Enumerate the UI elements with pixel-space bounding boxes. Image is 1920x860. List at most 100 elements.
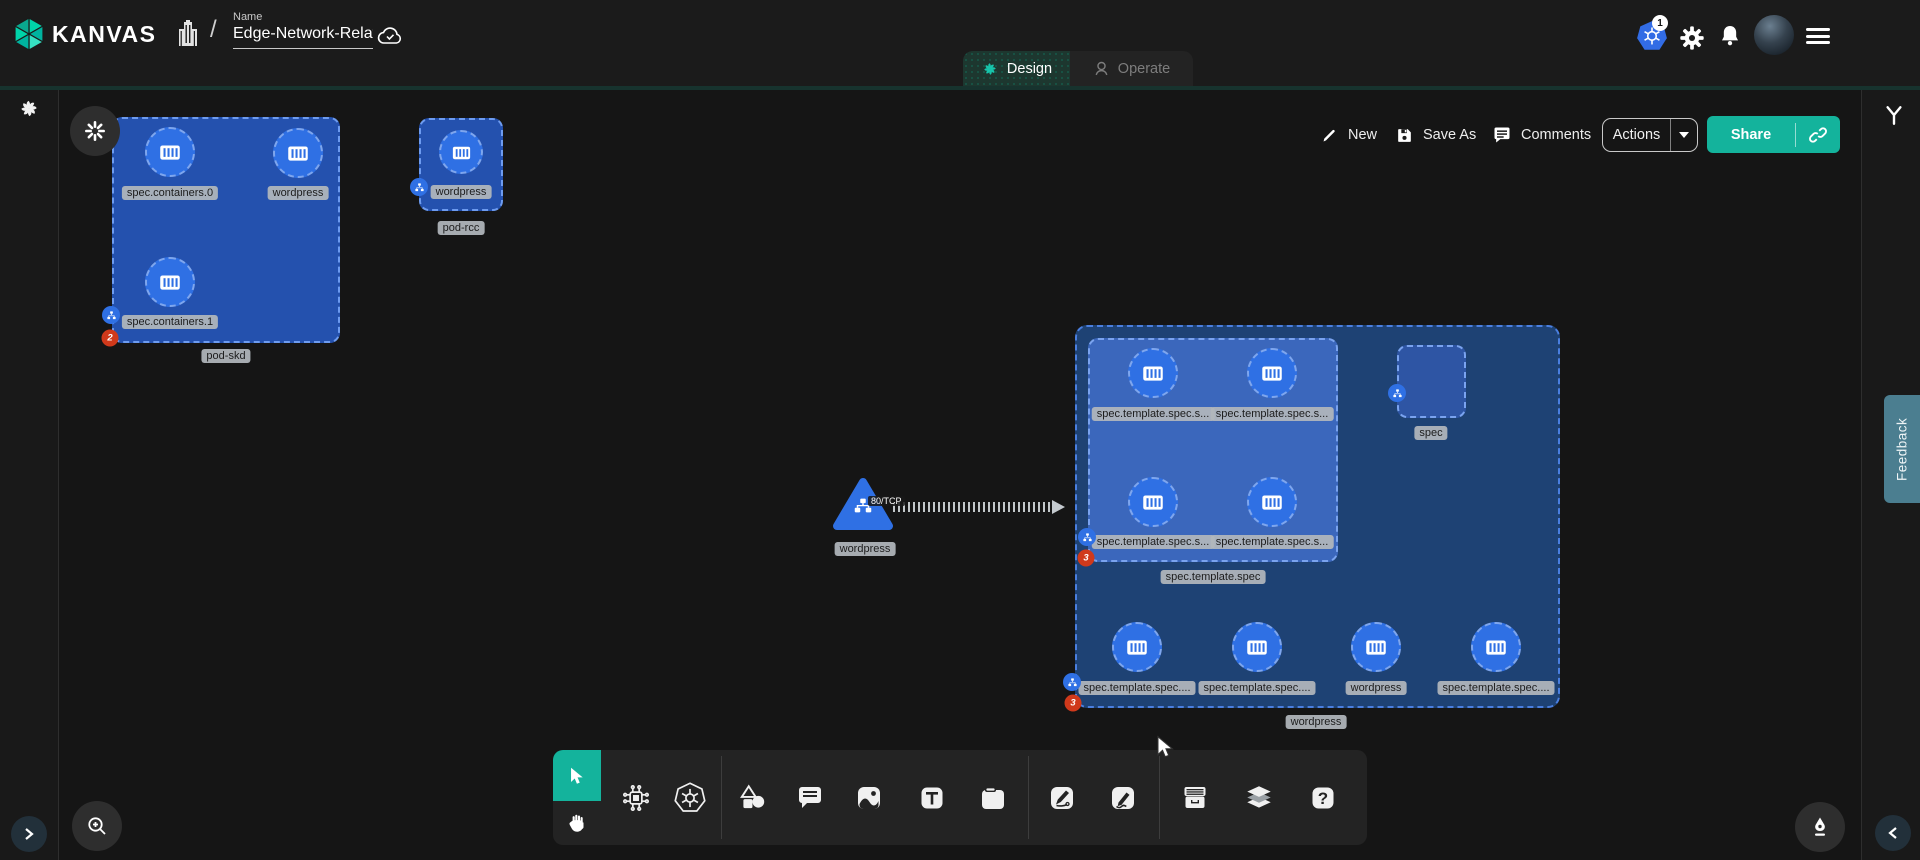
settings-button[interactable] — [1678, 24, 1706, 57]
tool-shapes[interactable] — [730, 775, 776, 821]
collapse-count-badge[interactable]: 3 — [1078, 550, 1095, 567]
container-node[interactable] — [1128, 477, 1178, 527]
sitemap-icon — [1067, 677, 1078, 688]
sticky-note-icon — [978, 783, 1008, 813]
mode-tabs: Design Operate — [963, 51, 1193, 86]
save-icon — [1395, 126, 1414, 145]
kanvas-logo-icon — [12, 16, 46, 52]
group-label: pod-skd — [201, 349, 250, 363]
tool-select[interactable] — [553, 750, 601, 801]
context-count-badge: 1 — [1652, 15, 1668, 31]
tool-components[interactable] — [613, 775, 659, 821]
breadcrumb-divider: / — [210, 16, 217, 44]
cluster-wheel-button[interactable] — [70, 106, 120, 156]
node-label: spec.template.spec.... — [1079, 681, 1196, 695]
svg-text:?: ? — [1318, 789, 1328, 808]
service-edge[interactable] — [893, 502, 1053, 512]
container-node[interactable] — [145, 127, 195, 177]
container-icon — [1140, 360, 1166, 386]
meshery-spinner-icon[interactable] — [17, 97, 41, 126]
share-label: Share — [1707, 127, 1795, 143]
design-name-field[interactable]: Name Edge-Network-Relatio — [233, 11, 373, 49]
image-icon — [854, 783, 884, 813]
bell-icon — [1717, 23, 1743, 49]
cloud-saved-icon — [376, 24, 404, 51]
group-spec-template-spec[interactable] — [1088, 338, 1338, 562]
zoom-in-icon — [85, 814, 109, 838]
app-header: KANVAS / Name Edge-Network-Relatio — [0, 0, 1920, 90]
design-spiral-icon — [981, 60, 999, 78]
node-label: spec.template.spec.... — [1199, 681, 1316, 695]
group-label: spec — [1414, 426, 1447, 440]
tool-pan[interactable] — [553, 801, 601, 845]
hierarchy-badge[interactable] — [1063, 673, 1081, 691]
container-node[interactable] — [1351, 622, 1401, 672]
circuit-chip-icon — [620, 782, 652, 814]
container-node[interactable] — [273, 128, 323, 178]
tool-comment[interactable] — [787, 775, 833, 821]
hierarchy-badge[interactable] — [102, 306, 120, 324]
tab-design[interactable]: Design — [963, 51, 1070, 86]
menu-button[interactable] — [1806, 28, 1830, 44]
design-name-label: Name — [233, 11, 373, 23]
save-as-button[interactable]: Save As — [1395, 118, 1476, 152]
container-node[interactable] — [1232, 622, 1282, 672]
zoom-button[interactable] — [72, 801, 122, 851]
avatar[interactable] — [1754, 15, 1794, 55]
new-button[interactable]: New — [1320, 118, 1377, 152]
chevron-down-icon[interactable] — [1671, 131, 1697, 139]
tool-pencil-draw[interactable] — [1100, 775, 1146, 821]
design-name-input[interactable]: Edge-Network-Relatio — [233, 25, 373, 49]
cursor-icon — [566, 765, 588, 787]
pen-tool-button[interactable] — [1795, 802, 1845, 852]
toolbar-divider — [721, 756, 722, 839]
expand-left-panel-button[interactable] — [11, 816, 47, 852]
hierarchy-badge[interactable] — [410, 178, 428, 196]
copy-link-icon[interactable] — [1796, 125, 1840, 145]
actions-label: Actions — [1603, 127, 1670, 143]
tab-design-label: Design — [1007, 61, 1052, 77]
feedback-tab[interactable]: Feedback — [1884, 395, 1920, 503]
notifications-button[interactable] — [1717, 23, 1743, 54]
container-node[interactable] — [1112, 622, 1162, 672]
node-label: spec.template.spec.s... — [1092, 407, 1215, 421]
container-node[interactable] — [145, 257, 195, 307]
collapse-right-panel-button[interactable] — [1875, 815, 1911, 851]
tool-kubernetes[interactable] — [667, 775, 713, 821]
tab-operate-label: Operate — [1118, 61, 1170, 77]
brand[interactable]: KANVAS — [12, 16, 156, 52]
comments-button[interactable]: Comments — [1492, 118, 1591, 152]
group-spec[interactable] — [1397, 345, 1466, 418]
tool-help[interactable]: ? — [1300, 775, 1346, 821]
actions-menu-button[interactable]: Actions — [1602, 118, 1698, 152]
tool-pen-line[interactable] — [1039, 775, 1085, 821]
button-divider — [1670, 119, 1671, 151]
node-label: spec.template.spec.s... — [1092, 535, 1215, 549]
hierarchy-badge[interactable] — [1078, 528, 1096, 546]
share-button[interactable]: Share — [1707, 116, 1840, 153]
container-node[interactable] — [439, 130, 483, 174]
tool-note[interactable] — [970, 775, 1016, 821]
node-label: wordpress — [835, 542, 896, 556]
tool-text[interactable] — [909, 775, 955, 821]
tool-image[interactable] — [846, 775, 892, 821]
save-as-label: Save As — [1423, 127, 1476, 143]
node-label: spec.template.spec.... — [1438, 681, 1555, 695]
validate-y-icon[interactable] — [1883, 105, 1905, 132]
group-label: wordpress — [1286, 715, 1347, 729]
container-node[interactable] — [1471, 622, 1521, 672]
tab-operate[interactable]: Operate — [1070, 51, 1193, 86]
container-node[interactable] — [1247, 477, 1297, 527]
collapse-count-badge[interactable]: 3 — [1065, 695, 1082, 712]
container-node[interactable] — [1128, 348, 1178, 398]
organization-icon[interactable] — [176, 19, 200, 54]
layers-icon — [1243, 782, 1275, 814]
hierarchy-badge[interactable] — [1388, 384, 1406, 402]
tool-drawer[interactable] — [1172, 775, 1218, 821]
archive-drawer-icon — [1180, 783, 1210, 813]
container-icon — [450, 141, 473, 164]
collapse-count-badge[interactable]: 2 — [102, 330, 119, 347]
tool-layers[interactable] — [1236, 775, 1282, 821]
container-node[interactable] — [1247, 348, 1297, 398]
text-icon — [917, 783, 947, 813]
